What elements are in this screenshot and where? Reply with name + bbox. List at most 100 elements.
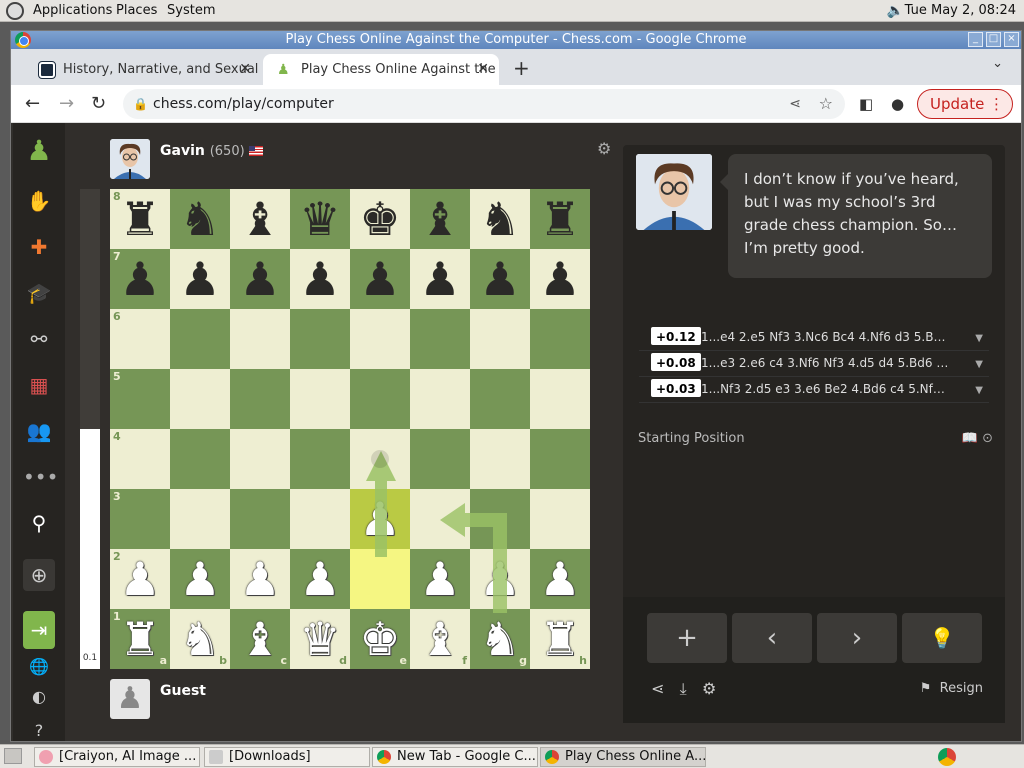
square-c1[interactable]: ♝ c	[230, 609, 290, 669]
window-titlebar[interactable]: Play Chess Online Against the Computer -…	[11, 31, 1021, 49]
taskbar-item[interactable]: [Downloads]	[204, 747, 370, 767]
theme-icon[interactable]: ◐	[23, 681, 55, 713]
square-h4[interactable]	[530, 429, 590, 489]
white-pawn-icon[interactable]: ♟	[359, 492, 400, 546]
menu-applications[interactable]: Applications	[33, 3, 112, 18]
black-rook-icon[interactable]: ♜	[119, 192, 160, 246]
expand-chevron-icon[interactable]: ▼	[975, 355, 983, 375]
square-h2[interactable]: ♟	[530, 549, 590, 609]
menu-places[interactable]: Places	[116, 3, 157, 18]
chess-board[interactable]: ♜ 8 ♞ ♝ ♛ ♚ ♝ ♞ ♜ ♟ 7 ♟ ♟ ♟ ♟ ♟ ♟ ♟ 6 5 4 3 ♟ ♟ 2 ♟ ♟ ♟ ♟ ♟ ♟ ♜ 1 a ♞ b ♝ c ♛ d…	[110, 189, 590, 669]
square-e7[interactable]: ♟	[350, 249, 410, 309]
square-d4[interactable]	[290, 429, 350, 489]
square-f8[interactable]: ♝	[410, 189, 470, 249]
square-b5[interactable]	[170, 369, 230, 429]
square-a5[interactable]: 5	[110, 369, 170, 429]
previous-move-button[interactable]: ‹	[732, 613, 812, 663]
square-e4[interactable]	[350, 429, 410, 489]
hint-button[interactable]: 💡	[902, 613, 982, 663]
square-b2[interactable]: ♟	[170, 549, 230, 609]
white-pawn-icon[interactable]: ♟	[479, 552, 520, 606]
white-pawn-icon[interactable]: ♟	[239, 552, 280, 606]
settings-gear-icon[interactable]: ⚙	[702, 679, 716, 698]
taskbar-item[interactable]: [Craiyon, AI Image ...	[34, 747, 200, 767]
book-icon[interactable]: 📖	[962, 431, 978, 446]
plus-button[interactable]: +	[647, 613, 727, 663]
square-a4[interactable]: 4	[110, 429, 170, 489]
tray-chrome-icon[interactable]	[938, 748, 956, 766]
white-bishop-icon[interactable]: ♝	[419, 612, 460, 666]
taskbar-item[interactable]: New Tab - Google C...	[372, 747, 538, 767]
square-e6[interactable]	[350, 309, 410, 369]
engine-line[interactable]: +0.08 1...e3 2.e6 c4 3.Nf6 Nf3 4.d5 d4 5…	[639, 351, 989, 377]
square-d5[interactable]	[290, 369, 350, 429]
side-panel-icon[interactable]: ◧	[859, 95, 873, 113]
square-b1[interactable]: ♞ b	[170, 609, 230, 669]
square-g2[interactable]: ♟	[470, 549, 530, 609]
black-rook-icon[interactable]: ♜	[539, 192, 580, 246]
guest-avatar-pawn-icon[interactable]: ♟	[110, 679, 150, 719]
close-tab-icon[interactable]: ✕	[239, 54, 251, 85]
white-pawn-icon[interactable]: ♟	[119, 552, 160, 606]
minimize-button[interactable]: _	[968, 32, 983, 47]
bookmark-star-icon[interactable]: ☆	[819, 89, 833, 119]
black-queen-icon[interactable]: ♛	[299, 192, 340, 246]
square-d3[interactable]	[290, 489, 350, 549]
square-c4[interactable]	[230, 429, 290, 489]
black-pawn-icon[interactable]: ♟	[539, 252, 580, 306]
language-icon[interactable]: 🌐	[23, 651, 55, 683]
square-c8[interactable]: ♝	[230, 189, 290, 249]
white-rook-icon[interactable]: ♜	[119, 612, 160, 666]
resign-button[interactable]: ⚑ Resign	[920, 681, 983, 696]
close-button[interactable]: ×	[1004, 32, 1019, 47]
self-name[interactable]: Guest	[160, 683, 206, 699]
chess-logo-icon[interactable]: ♟	[23, 135, 55, 167]
download-icon[interactable]: ⤓	[680, 679, 687, 698]
play-icon[interactable]: ✋	[23, 185, 55, 217]
profile-icon[interactable]: ●	[891, 95, 904, 113]
square-h7[interactable]: ♟	[530, 249, 590, 309]
square-h5[interactable]	[530, 369, 590, 429]
square-b3[interactable]	[170, 489, 230, 549]
square-f7[interactable]: ♟	[410, 249, 470, 309]
black-bishop-icon[interactable]: ♝	[419, 192, 460, 246]
help-icon[interactable]: ?	[23, 715, 55, 747]
watch-icon[interactable]: ⚯	[23, 323, 55, 355]
white-knight-icon[interactable]: ♞	[479, 612, 520, 666]
square-f6[interactable]	[410, 309, 470, 369]
engine-line[interactable]: +0.12 1...e4 2.e5 Nf3 3.Nc6 Bc4 4.Nf6 d3…	[639, 325, 989, 351]
black-pawn-icon[interactable]: ♟	[419, 252, 460, 306]
more-icon[interactable]: •••	[23, 461, 58, 493]
social-icon[interactable]: 👥	[23, 415, 55, 447]
black-knight-icon[interactable]: ♞	[179, 192, 220, 246]
white-king-icon[interactable]: ♚	[359, 612, 400, 666]
black-pawn-icon[interactable]: ♟	[359, 252, 400, 306]
tab-search-chevron-icon[interactable]: ⌄	[992, 56, 1003, 71]
compass-icon[interactable]: ⊙	[982, 431, 993, 446]
kebab-menu-icon[interactable]: ⋮	[989, 90, 1004, 118]
square-g5[interactable]	[470, 369, 530, 429]
black-pawn-icon[interactable]: ♟	[239, 252, 280, 306]
search-icon[interactable]: ⚲	[23, 507, 55, 539]
white-pawn-icon[interactable]: ♟	[539, 552, 580, 606]
puzzles-icon[interactable]: ✚	[23, 231, 55, 263]
black-pawn-icon[interactable]: ♟	[119, 252, 160, 306]
square-g1[interactable]: ♞ g	[470, 609, 530, 669]
black-king-icon[interactable]: ♚	[359, 192, 400, 246]
square-b8[interactable]: ♞	[170, 189, 230, 249]
square-c6[interactable]	[230, 309, 290, 369]
square-a8[interactable]: ♜ 8	[110, 189, 170, 249]
update-button[interactable]: Update ⋮	[917, 89, 1013, 119]
white-queen-icon[interactable]: ♛	[299, 612, 340, 666]
square-c2[interactable]: ♟	[230, 549, 290, 609]
opponent-name[interactable]: Gavin	[160, 143, 205, 159]
tab-history[interactable]: History, Narrative, and Sexual ✕	[25, 54, 261, 85]
square-e8[interactable]: ♚	[350, 189, 410, 249]
taskbar-item-active[interactable]: Play Chess Online A...	[540, 747, 706, 767]
news-icon[interactable]: ▦	[23, 369, 55, 401]
square-e5[interactable]	[350, 369, 410, 429]
next-move-button[interactable]: ›	[817, 613, 897, 663]
black-pawn-icon[interactable]: ♟	[479, 252, 520, 306]
square-a6[interactable]: 6	[110, 309, 170, 369]
white-rook-icon[interactable]: ♜	[539, 612, 580, 666]
